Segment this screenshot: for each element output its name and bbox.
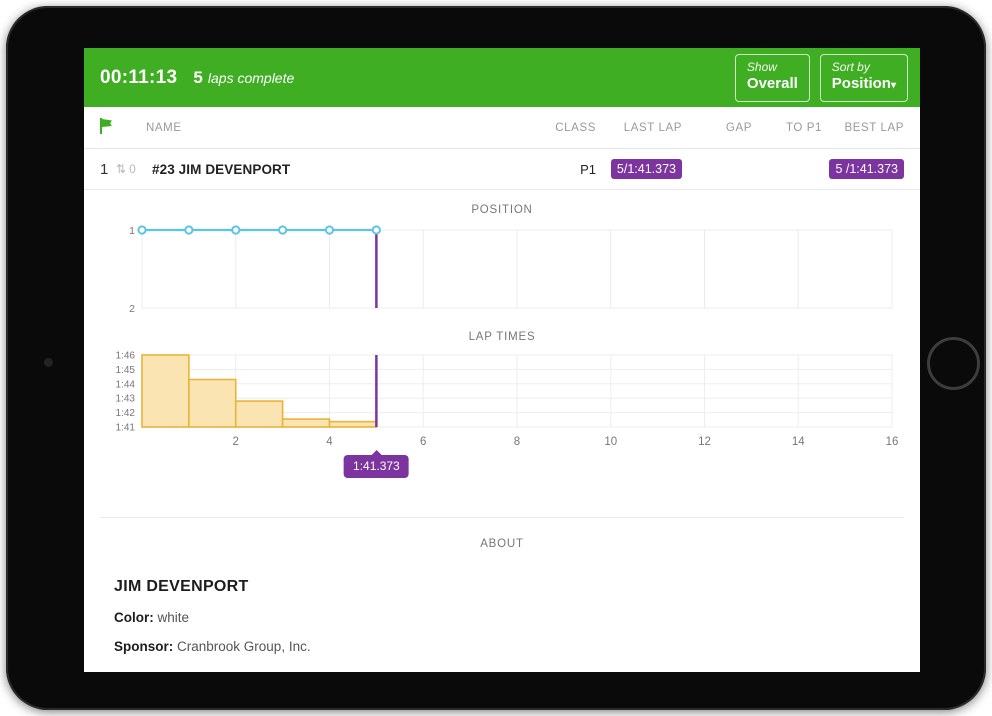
svg-text:2: 2 [233, 436, 239, 448]
position-change: ⇅ 0 [116, 162, 148, 176]
last-lap-badge: 5/1:41.373 [611, 159, 682, 179]
about-field-color-value: white [158, 610, 190, 625]
show-selector-label: Show [747, 60, 798, 75]
flag-column-header [100, 118, 136, 137]
svg-text:16: 16 [886, 436, 899, 448]
about-field-sponsor: Sponsor: Cranbrook Group, Inc. [114, 639, 890, 654]
header-controls: Show Overall Sort by Position▾ [735, 54, 908, 102]
svg-text:1:44: 1:44 [116, 379, 136, 390]
home-button[interactable] [927, 337, 980, 390]
position-chart-svg: 12 [100, 222, 904, 317]
svg-text:12: 12 [698, 436, 711, 448]
tablet-screen: 00:11:13 5 laps complete Show Overall So… [84, 48, 920, 672]
svg-text:1:43: 1:43 [116, 394, 136, 405]
position-change-icon: ⇅ [116, 162, 126, 176]
sort-by-selector-value: Position▾ [832, 75, 896, 95]
show-selector[interactable]: Show Overall [735, 54, 810, 102]
svg-text:1:41: 1:41 [116, 423, 136, 434]
about-field-sponsor-value: Cranbrook Group, Inc. [177, 639, 311, 654]
svg-text:14: 14 [792, 436, 805, 448]
about-section: ABOUT JIM DEVENPORT Color: white Sponsor… [100, 517, 904, 654]
about-section-title: ABOUT [100, 518, 904, 550]
driver-detail-panel: POSITION 12 LAP TIMES 1:461:451:441:431:… [84, 189, 920, 654]
position-chart-title: POSITION [100, 190, 904, 222]
svg-text:1:42: 1:42 [116, 408, 136, 419]
svg-text:8: 8 [514, 436, 520, 448]
position-change-value: 0 [129, 162, 136, 176]
svg-text:10: 10 [604, 436, 617, 448]
column-header-to-p1[interactable]: TO P1 [752, 122, 822, 134]
lap-times-chart: 1:46 1:45 1:44 1:43 1:42 1:41 2 4 6 8 10 12 14 16 1:4… [100, 349, 904, 459]
column-header-best-lap[interactable]: BEST LAP [822, 122, 904, 134]
svg-text:1:45: 1:45 [116, 365, 136, 376]
driver-best-lap-cell: 5 /1:41.373 [822, 159, 904, 179]
sort-by-selector[interactable]: Sort by Position▾ [820, 54, 908, 102]
laps-complete-group: 5 laps complete [193, 68, 294, 88]
driver-class: P1 [534, 162, 596, 177]
front-camera-icon [44, 358, 53, 367]
table-column-headers: NAME CLASS LAST LAP GAP TO P1 BEST LAP [84, 107, 920, 149]
svg-text:4: 4 [326, 436, 333, 448]
table-row[interactable]: 1 ⇅ 0 #23 JIM DEVENPORT P1 5/1:41.373 5 … [84, 149, 920, 189]
column-header-name[interactable]: NAME [136, 122, 534, 134]
lap-times-chart-svg: 1:46 1:45 1:44 1:43 1:42 1:41 2 4 6 8 10 12 14 16 [100, 349, 904, 459]
column-header-last-lap[interactable]: LAST LAP [596, 122, 682, 134]
svg-text:6: 6 [420, 436, 426, 448]
green-flag-icon [100, 118, 114, 137]
best-lap-badge: 5 /1:41.373 [829, 159, 904, 179]
lap-time-tooltip: 1:41.373 [344, 455, 409, 478]
app-header: 00:11:13 5 laps complete Show Overall So… [84, 48, 920, 107]
about-field-color-key: Color: [114, 610, 154, 625]
about-body: JIM DEVENPORT Color: white Sponsor: Cran… [100, 550, 904, 654]
race-clock: 00:11:13 [100, 67, 177, 89]
driver-last-lap-cell: 5/1:41.373 [596, 159, 682, 179]
lap-time-tooltip-text: 1:41.373 [353, 459, 400, 473]
column-header-gap[interactable]: GAP [682, 122, 752, 134]
laps-count: 5 [193, 68, 202, 88]
chevron-down-icon: ▾ [891, 80, 896, 91]
about-field-sponsor-key: Sponsor: [114, 639, 173, 654]
laps-complete-label: laps complete [208, 70, 294, 86]
driver-name: #23 JIM DEVENPORT [148, 162, 534, 177]
about-field-color: Color: white [114, 610, 890, 625]
about-driver-name: JIM DEVENPORT [114, 578, 890, 596]
show-selector-value: Overall [747, 75, 798, 93]
svg-text:1:46: 1:46 [116, 351, 136, 362]
tablet-device-frame: 00:11:13 5 laps complete Show Overall So… [6, 6, 986, 710]
sort-by-selector-label: Sort by [832, 60, 896, 75]
sort-by-value-text: Position [832, 75, 891, 92]
column-header-class[interactable]: CLASS [534, 122, 596, 134]
position-chart: 12 [100, 222, 904, 317]
svg-text:1: 1 [129, 225, 135, 237]
driver-position: 1 [100, 161, 116, 178]
lap-times-chart-title: LAP TIMES [100, 317, 904, 349]
svg-text:2: 2 [129, 303, 135, 315]
